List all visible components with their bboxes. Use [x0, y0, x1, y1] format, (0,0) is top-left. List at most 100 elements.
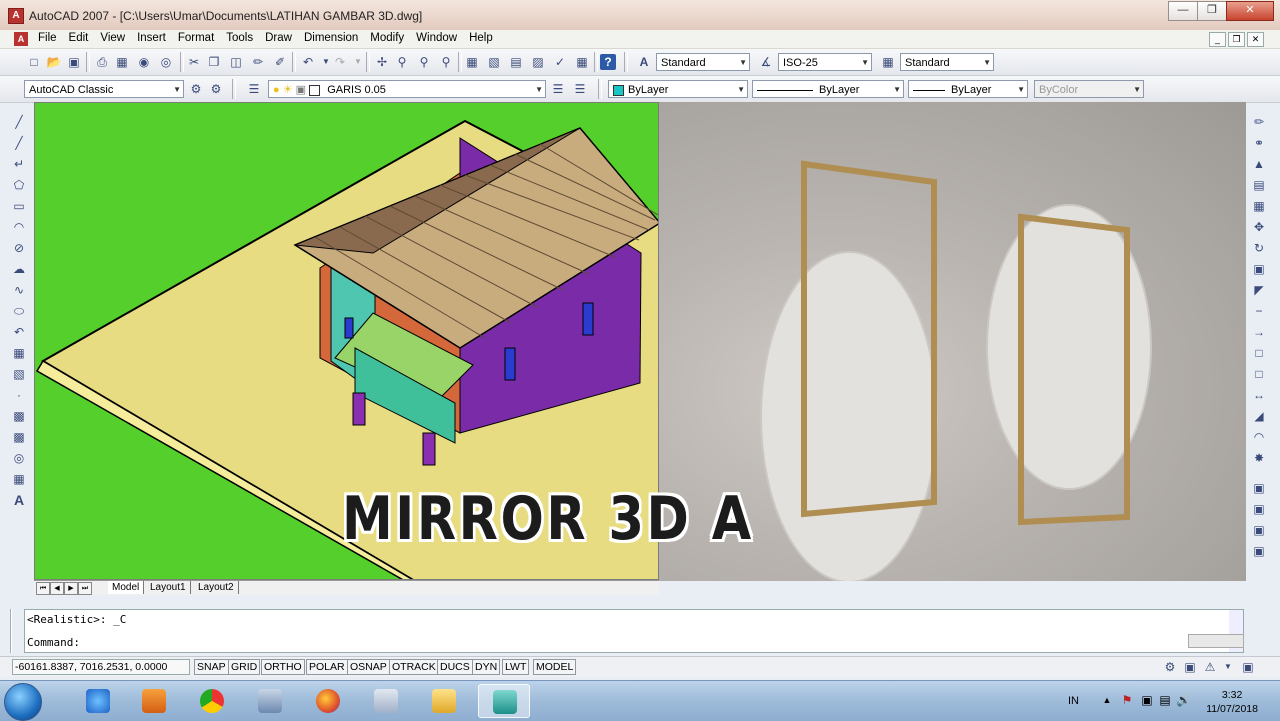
polyline-icon[interactable]: ↵ [11, 156, 27, 172]
region-icon[interactable]: ◎ [11, 450, 27, 466]
status-menu-icon[interactable]: ▼ [1220, 659, 1236, 675]
polygon-icon[interactable]: ⬠ [11, 177, 27, 193]
doc-close-button[interactable]: ✕ [1247, 32, 1264, 47]
menu-file[interactable]: File [38, 32, 57, 44]
circle-icon[interactable]: ⊘ [11, 240, 27, 256]
help-icon[interactable]: ? [600, 54, 616, 70]
undo-icon[interactable]: ↶ [300, 54, 316, 70]
tool-palettes-icon[interactable]: ▤ [508, 54, 524, 70]
doc-minimize-button[interactable]: _ [1209, 32, 1226, 47]
dyn-toggle[interactable]: DYN [472, 659, 501, 675]
zoom-realtime-icon[interactable]: ⚲ [394, 54, 410, 70]
coordinates-display[interactable]: -60161.8387, 7016.2531, 0.0000 [12, 659, 190, 675]
array-icon[interactable]: ▦ [1251, 198, 1267, 214]
gradient-icon[interactable]: ▩ [11, 429, 27, 445]
design-center-icon[interactable]: ▧ [486, 54, 502, 70]
send-under-icon[interactable]: ▣ [1251, 543, 1267, 559]
redo-icon[interactable]: ↷ [332, 54, 348, 70]
table-style-select[interactable]: Standard ▼ [900, 53, 994, 71]
chamfer-icon[interactable]: ◢ [1251, 408, 1267, 424]
draw-order-back-icon[interactable]: ▣ [1251, 501, 1267, 517]
menu-tools[interactable]: Tools [226, 32, 253, 44]
ellipse-icon[interactable]: ⬭ [11, 303, 27, 319]
next-tab-button[interactable]: ▶ [64, 582, 78, 595]
command-horizontal-scrollbar[interactable] [1188, 634, 1244, 648]
internet-explorer-task[interactable] [72, 684, 124, 718]
publish-icon[interactable]: ◉ [136, 54, 152, 70]
multiline-text-icon[interactable]: A [11, 492, 27, 508]
match-properties-icon[interactable]: ✏ [250, 54, 266, 70]
last-tab-button[interactable]: ⏭ [78, 582, 92, 595]
rectangle-icon[interactable]: ▭ [11, 198, 27, 214]
menu-help[interactable]: Help [469, 32, 493, 44]
ellipse-arc-icon[interactable]: ↶ [11, 324, 27, 340]
menu-insert[interactable]: Insert [137, 32, 166, 44]
prev-tab-button[interactable]: ◀ [50, 582, 64, 595]
osnap-toggle[interactable]: OSNAP [347, 659, 390, 675]
copy-object-icon[interactable]: ⚭ [1251, 135, 1267, 151]
doc-restore-button[interactable]: ❐ [1228, 32, 1245, 47]
otrack-toggle[interactable]: OTRACK [389, 659, 439, 675]
remote-desktop-task[interactable] [244, 684, 296, 718]
insert-block-icon[interactable]: ▦ [11, 345, 27, 361]
ortho-toggle[interactable]: ORTHO [261, 659, 305, 675]
media-player-task[interactable] [128, 684, 180, 718]
workspace-select[interactable]: AutoCAD Classic ▼ [24, 80, 184, 98]
calculator-icon[interactable]: ▦ [574, 54, 590, 70]
table-style-icon[interactable]: ▦ [880, 54, 896, 70]
save-icon[interactable]: ▣ [66, 54, 82, 70]
grid-toggle[interactable]: GRID [228, 659, 261, 675]
extend-icon[interactable]: → [1251, 324, 1267, 340]
layer-select[interactable]: ● ☀ ▣ GARIS 0.05 ▼ [268, 80, 546, 98]
menu-modify[interactable]: Modify [370, 32, 404, 44]
network-icon[interactable]: ▤ [1158, 693, 1172, 707]
menu-window[interactable]: Window [416, 32, 457, 44]
sheet-set-icon[interactable]: ▨ [530, 54, 546, 70]
spline-icon[interactable]: ∿ [11, 282, 27, 298]
plot-preview-icon[interactable]: ▦ [114, 54, 130, 70]
paste-icon[interactable]: ◫ [228, 54, 244, 70]
chrome-task[interactable] [186, 684, 238, 718]
markup-icon[interactable]: ✓ [552, 54, 568, 70]
print-icon[interactable]: ⎙ [94, 54, 110, 70]
lineweight-select[interactable]: ByLayer ▼ [908, 80, 1028, 98]
join-icon[interactable]: ↔ [1251, 387, 1267, 403]
pan-icon[interactable]: ✢ [374, 54, 390, 70]
point-icon[interactable]: · [11, 387, 27, 403]
autocad-task[interactable] [478, 684, 530, 718]
start-button[interactable] [4, 683, 42, 721]
explode-icon[interactable]: ✸ [1251, 450, 1267, 466]
zoom-previous-icon[interactable]: ⚲ [438, 54, 454, 70]
device-icon[interactable]: ▣ [1140, 693, 1154, 707]
text-style-icon[interactable]: A [636, 54, 652, 70]
lwt-toggle[interactable]: LWT [502, 659, 530, 675]
lock-toolbar-icon[interactable]: ▣ [1182, 659, 1198, 675]
document-icon[interactable]: A [14, 32, 28, 46]
zoom-window-icon[interactable]: ⚲ [416, 54, 432, 70]
volume-icon[interactable]: 🔊 [1176, 693, 1191, 707]
revision-cloud-icon[interactable]: ☁ [11, 261, 27, 277]
construction-line-icon[interactable]: ╱ [11, 135, 27, 151]
workspace-settings-icon[interactable]: ⚙ [188, 81, 204, 97]
menu-edit[interactable]: Edit [69, 32, 89, 44]
copy-icon[interactable]: ❐ [206, 54, 222, 70]
menu-view[interactable]: View [100, 32, 125, 44]
layer-previous-icon[interactable]: ☰ [572, 81, 588, 97]
line-icon[interactable]: ╱ [11, 114, 27, 130]
fillet-icon[interactable]: ◠ [1251, 429, 1267, 445]
redo-dropdown-icon[interactable]: ▼ [350, 54, 366, 70]
dim-style-icon[interactable]: ∡ [758, 54, 774, 70]
table-icon[interactable]: ▦ [11, 471, 27, 487]
stretch-icon[interactable]: ◤ [1251, 282, 1267, 298]
menu-format[interactable]: Format [178, 32, 214, 44]
restore-button[interactable]: ❐ [1197, 1, 1227, 21]
make-block-icon[interactable]: ▧ [11, 366, 27, 382]
menu-draw[interactable]: Draw [265, 32, 292, 44]
break-icon[interactable]: □ [1251, 366, 1267, 382]
command-window[interactable]: <Realistic>: _C Command: [24, 609, 1244, 653]
model-toggle[interactable]: MODEL [533, 659, 577, 675]
communication-center-icon[interactable]: ⚙ [1162, 659, 1178, 675]
offset-icon[interactable]: ▤ [1251, 177, 1267, 193]
block-editor-icon[interactable]: ✐ [272, 54, 288, 70]
trusted-status-icon[interactable]: ⚠ [1202, 659, 1218, 675]
